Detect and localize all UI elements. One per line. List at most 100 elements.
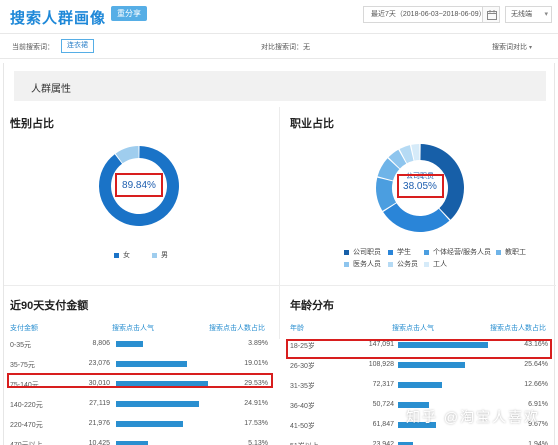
legend-swatch	[424, 261, 429, 267]
legend-item[interactable]: 公司职员	[344, 247, 381, 257]
row-category: 26-30岁	[290, 363, 315, 370]
gender-panel-title: 性别占比	[10, 118, 54, 130]
age-col-popularity[interactable]: 搜索点击人气	[392, 323, 434, 333]
row-value: 61,847	[372, 421, 394, 428]
legend-label: 教职工	[505, 249, 526, 256]
row-bar	[116, 361, 187, 367]
row-percent: 19.01%	[244, 360, 268, 367]
age-col-age[interactable]: 年龄	[290, 323, 304, 333]
legend-label: 医务人员	[353, 261, 381, 268]
row-category: 51岁以上	[290, 441, 319, 445]
main-panel: 人群属性 性别占比 女 89.84% 女 男 职业占比 公司职员 38.05% …	[3, 63, 556, 445]
highlight-box	[286, 339, 552, 359]
row-percent: 1.94%	[528, 441, 548, 445]
row-percent: 12.66%	[524, 381, 548, 388]
current-keyword-label: 当前搜索词：	[12, 44, 54, 51]
search-compare-label: 搜索词对比	[492, 44, 527, 51]
payment-col-popularity[interactable]: 搜索点击人气	[112, 323, 154, 333]
row-percent: 25.64%	[524, 361, 548, 368]
row-value: 23,076	[88, 360, 110, 367]
legend-label: 工人	[433, 261, 447, 268]
row-category: 35-75元	[10, 362, 35, 369]
legend-item[interactable]: 医务人员	[344, 259, 381, 269]
row-category: 140-220元	[10, 402, 43, 409]
legend-swatch	[152, 252, 157, 258]
legend-item[interactable]: 教职工	[496, 247, 526, 257]
age-col-share[interactable]: 搜索点击人数占比	[490, 323, 546, 333]
row-value: 23,942	[372, 441, 394, 445]
compare-keyword-label: 对比搜索词：无	[261, 44, 310, 51]
payment-panel-title: 近90天支付金额	[10, 300, 89, 312]
highlight-box	[397, 174, 444, 198]
calendar-button[interactable]	[482, 6, 500, 23]
row-bar	[398, 362, 465, 368]
legend-label: 男	[161, 252, 168, 259]
legend-label: 学生	[397, 249, 411, 256]
row-category: 220-470元	[10, 422, 43, 429]
row-category: 31-35岁	[290, 383, 315, 390]
legend-item-male[interactable]: 男	[152, 250, 168, 260]
table-row[interactable]: 220-470元 21,976 17.53%	[8, 414, 274, 436]
share-badge[interactable]: 重分享	[111, 6, 147, 21]
legend-item[interactable]: 个体经营/服务人员	[424, 247, 491, 257]
highlight-box	[7, 373, 273, 388]
legend-item[interactable]: 学生	[388, 247, 411, 257]
row-value: 8,806	[92, 340, 110, 347]
row-category: 470元以上	[10, 440, 43, 445]
occupation-slice[interactable]	[383, 203, 450, 232]
row-value: 10,425	[88, 440, 110, 445]
section-header: 人群属性	[14, 71, 546, 101]
search-compare-dropdown[interactable]: 搜索词对比 ▾	[492, 42, 532, 52]
legend-label: 个体经营/服务人员	[433, 249, 491, 256]
row-category: 36-40岁	[290, 403, 315, 410]
table-row[interactable]: 0-35元 8,806 3.89%	[8, 334, 274, 356]
legend-label: 公务员	[397, 261, 418, 268]
legend-swatch	[496, 249, 501, 255]
table-row[interactable]: 51岁以上 23,942 1.94%	[288, 435, 554, 445]
legend-swatch	[114, 252, 119, 258]
vertical-divider	[279, 107, 280, 339]
chevron-down-icon: ▾	[544, 11, 548, 18]
payment-col-share[interactable]: 搜索点击人数占比	[209, 323, 265, 333]
table-row[interactable]: 31-35岁 72,317 12.66%	[288, 375, 554, 397]
watermark: 知乎 @淘宝人喜欢	[406, 409, 541, 425]
terminal-select[interactable]: 无线端 ▾	[505, 6, 552, 23]
legend-item[interactable]: 公务员	[388, 259, 418, 269]
horizontal-divider	[4, 285, 556, 286]
row-bar	[398, 382, 443, 388]
occupation-panel-title: 职业占比	[290, 118, 334, 130]
calendar-icon	[487, 10, 497, 20]
current-keyword-tag[interactable]: 连衣裙	[61, 39, 94, 53]
legend-swatch	[388, 249, 393, 255]
search-crowd-portrait-page: 搜索人群画像 重分享 最近7天（2018-06-03~2018-06-09） 无…	[0, 0, 558, 445]
row-percent: 24.91%	[244, 400, 268, 407]
legend-item-female[interactable]: 女	[114, 250, 130, 260]
table-row[interactable]: 470元以上 10,425 5.13%	[8, 434, 274, 445]
row-percent: 5.13%	[248, 440, 268, 445]
row-bar	[116, 441, 148, 445]
row-category: 41-50岁	[290, 423, 315, 430]
page-header: 搜索人群画像 重分享 最近7天（2018-06-03~2018-06-09） 无…	[0, 0, 558, 34]
row-category: 0-35元	[10, 342, 32, 349]
highlight-box	[115, 173, 163, 197]
row-value: 108,928	[368, 361, 394, 368]
legend-label: 女	[123, 252, 130, 259]
age-panel-title: 年龄分布	[290, 300, 334, 312]
legend-swatch	[424, 249, 429, 255]
terminal-select-value: 无线端	[511, 11, 532, 18]
payment-col-amount[interactable]: 支付金额	[10, 323, 38, 333]
section-title: 人群属性	[31, 84, 71, 95]
page-title: 搜索人群画像	[10, 10, 107, 27]
legend-swatch	[344, 261, 349, 267]
legend-swatch	[344, 249, 349, 255]
legend-item[interactable]: 工人	[424, 259, 447, 269]
row-bar	[116, 401, 200, 407]
row-value: 72,317	[372, 381, 394, 388]
row-value: 21,976	[88, 420, 110, 427]
legend-label: 公司职员	[353, 249, 381, 256]
row-percent: 3.89%	[248, 340, 268, 347]
date-range-picker[interactable]: 最近7天（2018-06-03~2018-06-09）	[363, 6, 500, 23]
table-row[interactable]: 140-220元 27,119 24.91%	[8, 394, 274, 416]
row-value: 50,724	[372, 401, 394, 408]
row-percent: 17.53%	[244, 420, 268, 427]
